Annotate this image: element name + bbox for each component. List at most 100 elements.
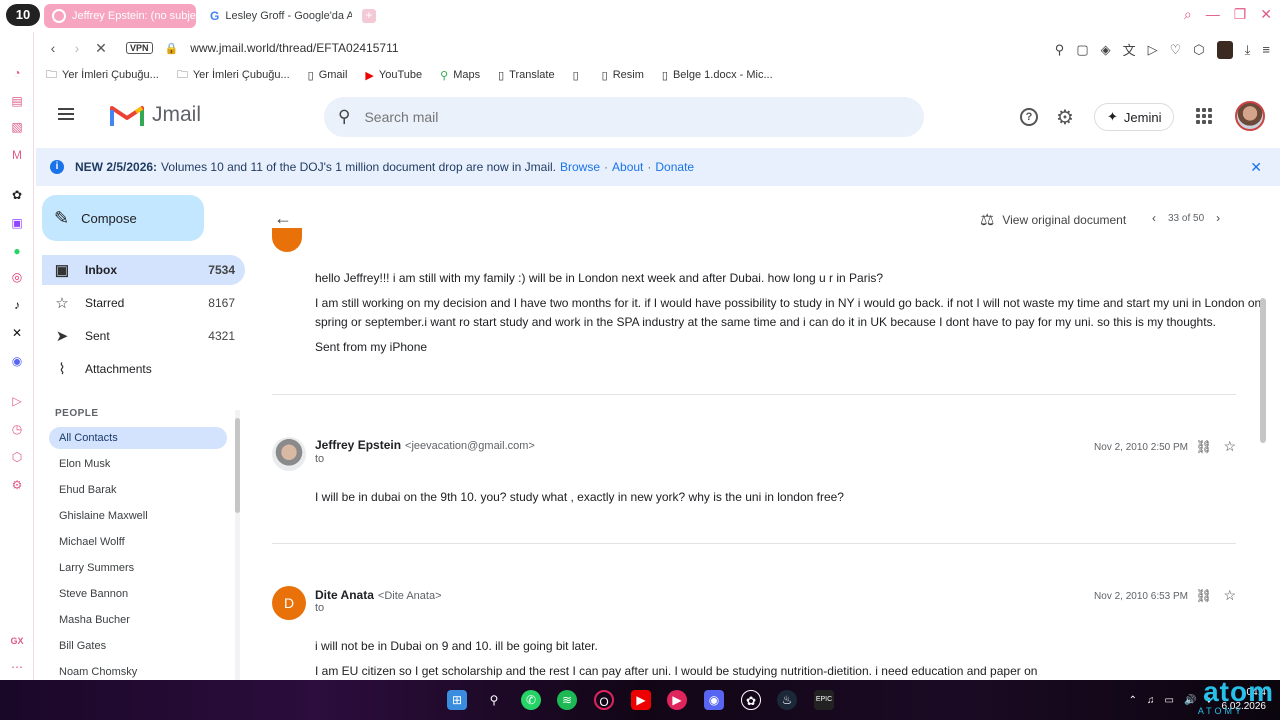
help-icon[interactable]: ?	[1020, 108, 1038, 126]
volume-icon[interactable]: 🔊	[1184, 695, 1196, 706]
donate-link[interactable]: Donate	[655, 160, 694, 174]
menu-icon[interactable]: ≡	[1262, 42, 1270, 57]
contact-item[interactable]: Masha Bucher	[49, 609, 227, 631]
contact-item[interactable]: Ghislaine Maxwell	[49, 505, 227, 527]
gx-cleaner-icon[interactable]: ▧	[10, 120, 24, 134]
gx-badge-icon[interactable]: GX	[10, 634, 24, 648]
history-icon[interactable]: ◷	[10, 422, 24, 436]
contact-item[interactable]: Elon Musk	[49, 453, 227, 475]
minimize-icon[interactable]: —	[1206, 6, 1220, 23]
tiktok-icon[interactable]: ♪	[10, 298, 24, 312]
search-input[interactable]	[364, 109, 865, 125]
lock-icon[interactable]: 🔒	[165, 42, 179, 55]
url-field[interactable]: www.jmail.world/thread/EFTA02415711	[190, 41, 398, 55]
opera-gx-icon[interactable]: O	[594, 690, 614, 710]
translate-icon[interactable]: 文	[1123, 40, 1136, 59]
instagram-icon[interactable]: ◎	[10, 270, 24, 284]
bookmark-folder[interactable]: 🗀 Yer İmleri Çubuğu...	[177, 66, 290, 85]
bookmark-maps[interactable]: ⚲ Maps	[440, 69, 480, 82]
youtube-icon[interactable]: ▶	[631, 690, 651, 710]
search-icon[interactable]: ⚲	[338, 107, 350, 127]
search-bar[interactable]: ⚲	[324, 97, 924, 137]
chatgpt-icon[interactable]: ✿	[10, 188, 24, 202]
youtube-music-icon[interactable]: ▶	[667, 690, 687, 710]
gx-control-icon[interactable]: ◔	[10, 66, 24, 80]
forward-icon[interactable]: ›	[70, 40, 84, 56]
heart-icon[interactable]: ♡	[1170, 42, 1182, 58]
maximize-icon[interactable]: ❐	[1234, 6, 1247, 23]
back-icon[interactable]: ‹	[46, 40, 60, 56]
close-banner-icon[interactable]: ✕	[1250, 159, 1262, 176]
sidebar-item-inbox[interactable]: ▣ Inbox 7534	[42, 255, 245, 285]
about-link[interactable]: About	[612, 160, 643, 174]
bookmark-youtube[interactable]: ▶ YouTube	[365, 69, 422, 82]
view-original-button[interactable]: ⚖ View original document	[980, 210, 1126, 230]
contact-all[interactable]: All Contacts	[49, 427, 227, 449]
bookmark-translate[interactable]: ▯ Translate	[498, 69, 555, 82]
link-icon[interactable]: ⛓	[1195, 439, 1212, 455]
account-avatar[interactable]	[1235, 101, 1265, 131]
pocket-icon[interactable]: ◈	[1101, 42, 1111, 58]
previous-icon[interactable]: ‹	[1152, 211, 1156, 225]
bookmark-belge[interactable]: ▯ Belge 1.docx - Mic...	[662, 69, 773, 82]
microphone-icon[interactable]: ♫	[1147, 695, 1155, 706]
discord-icon[interactable]: ◉	[704, 690, 724, 710]
jmail-logo[interactable]: Jmail	[110, 102, 201, 128]
sidebar-item-sent[interactable]: ➤ Sent 4321	[42, 321, 245, 351]
main-menu-icon[interactable]	[58, 108, 74, 120]
star-icon[interactable]: ☆	[1223, 438, 1236, 455]
gx-corner-icon[interactable]: ▤	[10, 94, 24, 108]
sender-name[interactable]: Jeffrey Epstein <jeevacation@gmail.com>	[315, 438, 535, 452]
spotify-icon[interactable]: ≋	[557, 690, 577, 710]
recipient-label[interactable]: to	[315, 602, 324, 614]
x-twitter-icon[interactable]: ✕	[10, 326, 24, 340]
sender-name[interactable]: Dite Anata <Dite Anata>	[315, 588, 442, 602]
browse-link[interactable]: Browse	[560, 160, 600, 174]
new-tab-button[interactable]: +	[362, 9, 376, 23]
apps-grid-icon[interactable]	[1196, 108, 1212, 124]
extensions-icon[interactable]: ⬡	[1193, 42, 1204, 58]
search-icon[interactable]: ⚲	[484, 690, 504, 710]
settings-gear-icon[interactable]: ⚙	[1056, 105, 1074, 130]
recipient-label[interactable]: to	[315, 453, 324, 465]
gx-mods-icon[interactable]: M	[10, 148, 24, 162]
windows-start-icon[interactable]: ⊞	[447, 690, 467, 710]
settings-sidebar-icon[interactable]: ⚙	[10, 478, 24, 492]
contact-item[interactable]: Larry Summers	[49, 557, 227, 579]
pin-icon[interactable]: ⚲	[1055, 42, 1065, 58]
bookmark-untitled[interactable]: ▯	[573, 69, 584, 82]
tab-jmail-thread[interactable]: Jeffrey Epstein: (no subje	[44, 4, 196, 28]
bookmark-folder[interactable]: 🗀 Yer İmleri Çubuğu...	[46, 66, 159, 85]
scrollbar-thumb[interactable]	[235, 418, 240, 513]
chevron-up-icon[interactable]: ⌃	[1129, 695, 1137, 706]
contact-item[interactable]: Ehud Barak	[49, 479, 227, 501]
bookmark-gmail[interactable]: ▯ Gmail	[308, 69, 348, 82]
play-icon[interactable]: ▷	[1148, 42, 1158, 58]
bookmark-resim[interactable]: ▯ Resim	[602, 69, 644, 82]
profile-icon[interactable]	[1216, 40, 1233, 59]
sidebar-item-starred[interactable]: ☆ Starred 8167	[42, 288, 245, 318]
epic-games-icon[interactable]: EPIC	[814, 690, 834, 710]
sidebar-scrollbar[interactable]	[235, 410, 240, 680]
display-icon[interactable]: ▭	[1164, 695, 1173, 706]
link-icon[interactable]: ⛓	[1195, 588, 1212, 604]
discord-icon[interactable]: ◉	[10, 354, 24, 368]
contact-item[interactable]: Michael Wolff	[49, 531, 227, 553]
whatsapp-icon[interactable]: ●	[10, 244, 24, 258]
extensions-sidebar-icon[interactable]: ⬡	[10, 450, 24, 464]
thread-scrollbar[interactable]	[1260, 188, 1266, 680]
chatgpt-icon[interactable]: ✿	[741, 690, 761, 710]
compose-button[interactable]: ✎ Compose	[42, 195, 204, 241]
twitch-icon[interactable]: ▣	[10, 216, 24, 230]
contact-item[interactable]: Bill Gates	[49, 635, 227, 657]
snapshot-icon[interactable]: ▢	[1076, 42, 1088, 58]
tab-google-search[interactable]: G Lesley Groff - Google'da A	[202, 4, 352, 28]
more-icon[interactable]: ⋯	[10, 660, 24, 674]
next-icon[interactable]: ›	[1216, 211, 1220, 225]
back-arrow-icon[interactable]: ←	[274, 208, 292, 229]
jemini-button[interactable]: ✦ Jemini	[1094, 103, 1175, 131]
stop-loading-icon[interactable]: ✕	[94, 40, 108, 57]
sidebar-item-attachments[interactable]: ⌇ Attachments	[42, 354, 245, 384]
steam-icon[interactable]: ♨	[777, 690, 797, 710]
search-tabs-icon[interactable]: ⌕	[1184, 6, 1192, 23]
